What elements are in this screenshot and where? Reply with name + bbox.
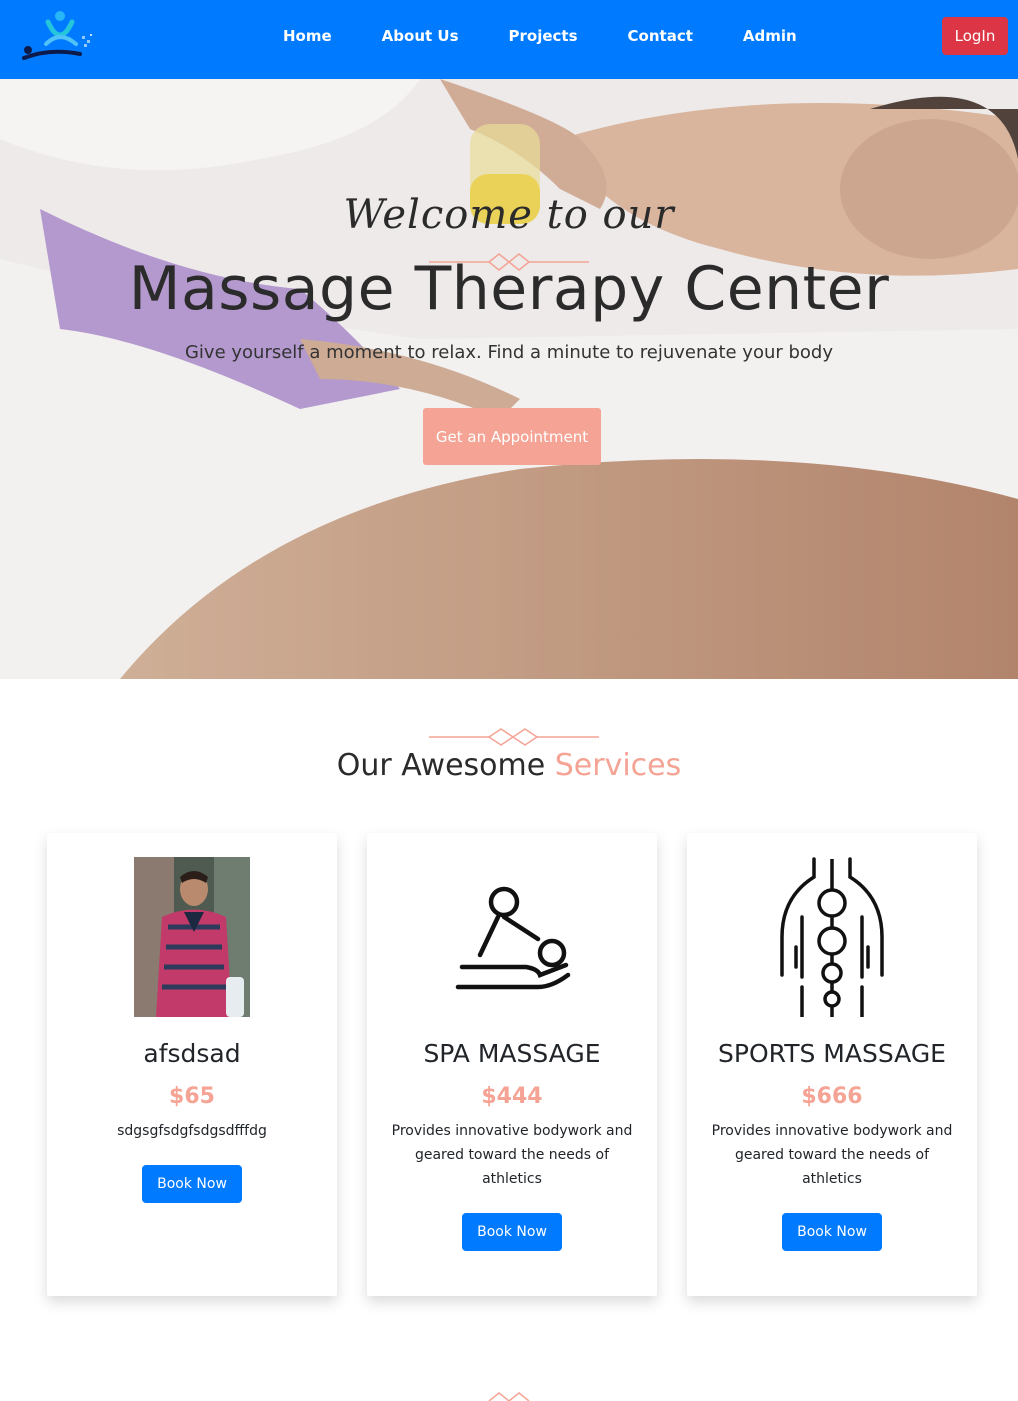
get-appointment-button[interactable]: Get an Appointment: [423, 408, 601, 465]
top-navbar: Home About Us Projects Contact Admin Log…: [0, 0, 1018, 79]
ornament-divider-icon: [429, 728, 599, 746]
hero-title: Massage Therapy Center: [128, 254, 890, 324]
service-photo: [134, 857, 250, 1017]
service-title: SPA MASSAGE: [423, 1039, 601, 1068]
nav-links: Home About Us Projects Contact Admin: [258, 0, 822, 72]
hero-banner: Welcome to our Massage Therapy Center Gi…: [0, 79, 1018, 679]
service-price: $65: [169, 1084, 215, 1109]
service-card: afsdsad $65 sdgsgfsdgfsdgsdfffdg Book No…: [47, 833, 337, 1296]
service-title: SPORTS MASSAGE: [718, 1039, 946, 1068]
hero-background-image: [0, 79, 1018, 679]
hero-subtitle: Give yourself a moment to relax. Find a …: [184, 342, 834, 363]
massage-logo-icon[interactable]: [20, 8, 96, 64]
service-title: afsdsad: [143, 1039, 241, 1068]
service-price: $444: [481, 1084, 543, 1109]
services-heading: Our Awesome Services: [0, 748, 1018, 783]
service-description: sdgsgfsdgfsdgsdfffdg: [117, 1123, 267, 1139]
nav-admin[interactable]: Admin: [718, 27, 822, 45]
nav-home[interactable]: Home: [258, 27, 357, 45]
book-now-button[interactable]: Book Now: [782, 1213, 882, 1251]
service-card: SPORTS MASSAGE $666 Provides innovative …: [687, 833, 977, 1296]
service-card: SPA MASSAGE $444 Provides innovative bod…: [367, 833, 657, 1296]
login-button[interactable]: LogIn: [942, 17, 1008, 55]
nav-about-us[interactable]: About Us: [357, 27, 484, 45]
services-heading-accent: Services: [554, 748, 682, 783]
nav-contact[interactable]: Contact: [603, 27, 718, 45]
book-now-button[interactable]: Book Now: [462, 1213, 562, 1251]
hero-welcome-script: Welcome to our: [343, 192, 675, 238]
ornament-divider-icon: [488, 1392, 530, 1401]
nav-projects[interactable]: Projects: [484, 27, 603, 45]
book-now-button[interactable]: Book Now: [142, 1165, 242, 1203]
spa-massage-icon: [455, 886, 571, 990]
services-heading-main: Our Awesome: [336, 748, 546, 783]
service-price: $666: [801, 1084, 863, 1109]
service-description: Provides innovative bodywork and geared …: [391, 1123, 633, 1187]
spine-icon: [780, 857, 884, 1017]
service-description: Provides innovative bodywork and geared …: [711, 1123, 953, 1187]
